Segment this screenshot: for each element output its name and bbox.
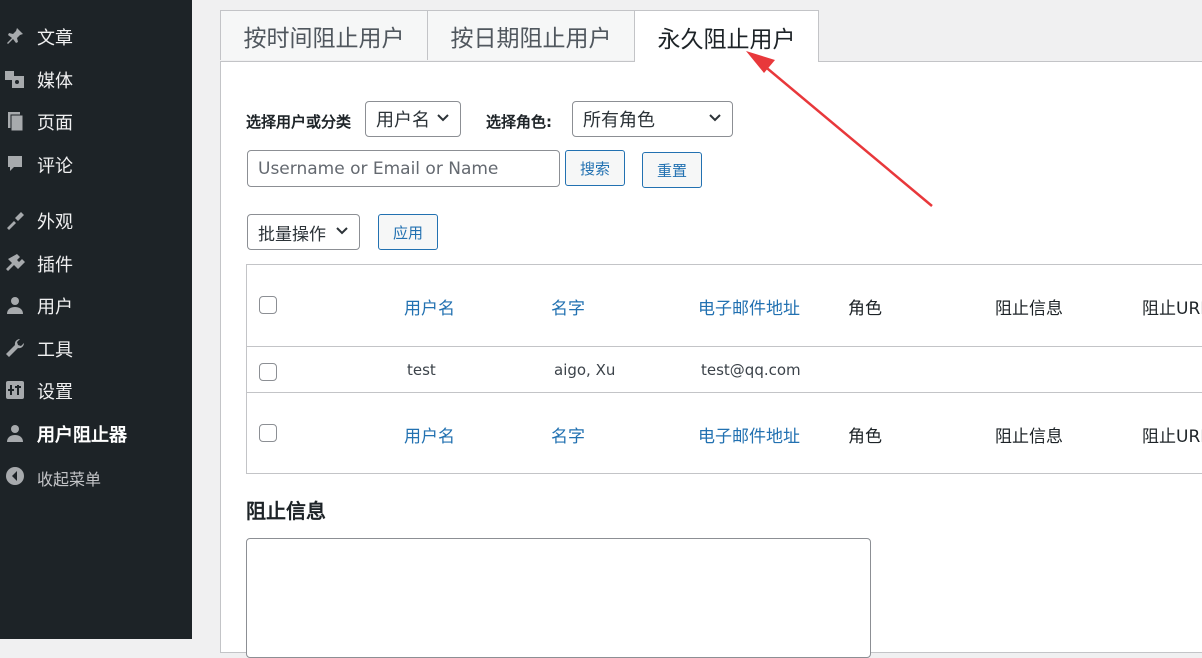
table-footer-row: 用户名 名字 电子邮件地址 角色 阻止信息 阻止URL xyxy=(247,393,1202,473)
column-header-block-info: 阻止信息 xyxy=(995,299,1063,319)
sidebar-item-label: 评论 xyxy=(37,156,73,177)
sidebar-item-comments[interactable]: 评论 xyxy=(0,146,192,180)
column-footer-username[interactable]: 用户名 xyxy=(404,422,455,447)
search-button-label: 搜索 xyxy=(579,159,610,178)
sidebar-item-media[interactable]: 媒体 xyxy=(0,61,192,95)
settings-icon xyxy=(4,379,26,401)
sidebar-item-label: 文章 xyxy=(37,28,73,49)
pin-icon xyxy=(4,25,26,47)
sidebar-item-tools[interactable]: 工具 xyxy=(0,330,192,364)
column-header-email[interactable]: 电子邮件地址 xyxy=(698,294,800,319)
search-button[interactable]: 搜索 xyxy=(565,150,625,186)
column-footer-block-url: 阻止URL xyxy=(1142,427,1202,447)
column-header-name[interactable]: 名字 xyxy=(551,294,585,319)
sidebar-item-pages[interactable]: 页面 xyxy=(0,103,192,137)
row-name: aigo, Xu xyxy=(554,361,616,379)
sidebar-item-label: 用户阻止器 xyxy=(37,425,127,446)
admin-sidebar: 文章 媒体 页面 评论 外观 插件 用户 工具 设置 用户阻止器 收起菜单 xyxy=(0,0,192,639)
select-user-label: 选择用户或分类 xyxy=(246,113,352,131)
tab-block-by-date[interactable]: 按日期阻止用户 xyxy=(427,10,635,60)
tab-label: 按时间阻止用户 xyxy=(243,25,405,52)
column-footer-email[interactable]: 电子邮件地址 xyxy=(698,422,800,447)
role-value: 所有角色 xyxy=(583,110,655,131)
tab-permanent-block[interactable]: 永久阻止用户 xyxy=(634,10,819,62)
column-header-role: 角色 xyxy=(848,299,882,319)
tab-label: 永久阻止用户 xyxy=(657,26,796,53)
apply-button[interactable]: 应用 xyxy=(378,214,438,250)
table-row: test aigo, Xu test@qq.com xyxy=(247,346,1202,393)
sidebar-item-label: 工具 xyxy=(37,340,73,361)
sidebar-item-label: 用户 xyxy=(37,297,73,318)
collapse-menu-button[interactable]: 收起菜单 xyxy=(0,458,192,492)
media-icon xyxy=(4,68,26,90)
blocked-users-table: 用户名 名字 电子邮件地址 角色 阻止信息 阻止URL test aigo, X… xyxy=(246,264,1202,474)
sidebar-item-label: 设置 xyxy=(37,382,73,403)
chevron-down-icon xyxy=(336,227,348,235)
sidebar-item-user-blocker[interactable]: 用户阻止器 xyxy=(0,415,192,449)
block-message-heading: 阻止信息 xyxy=(246,499,326,523)
user-icon xyxy=(4,294,26,316)
select-all-checkbox[interactable] xyxy=(259,296,277,314)
chevron-down-icon xyxy=(437,114,449,122)
user-field-select[interactable]: 用户名 xyxy=(365,101,461,137)
table-header-row: 用户名 名字 电子邮件地址 角色 阻止信息 阻止URL xyxy=(247,265,1202,347)
row-username[interactable]: test xyxy=(407,361,436,379)
row-email: test@qq.com xyxy=(701,361,801,379)
select-role-label: 选择角色: xyxy=(486,113,552,131)
column-footer-role: 角色 xyxy=(848,427,882,447)
collapse-icon xyxy=(4,465,26,487)
tab-label: 按日期阻止用户 xyxy=(450,25,612,52)
reset-button-label: 重置 xyxy=(656,161,687,180)
sidebar-item-label: 媒体 xyxy=(37,71,73,92)
sidebar-item-label: 外观 xyxy=(37,212,73,233)
user-field-value: 用户名 xyxy=(376,110,430,131)
sidebar-item-label: 页面 xyxy=(37,113,73,134)
select-all-checkbox-footer[interactable] xyxy=(259,424,277,442)
column-footer-block-info: 阻止信息 xyxy=(995,427,1063,447)
sidebar-item-appearance[interactable]: 外观 xyxy=(0,202,192,236)
column-header-block-url: 阻止URL xyxy=(1142,299,1202,319)
plugin-icon xyxy=(4,252,26,274)
collapse-menu-label: 收起菜单 xyxy=(37,470,102,489)
bulk-action-value: 批量操作 xyxy=(258,224,326,245)
role-select[interactable]: 所有角色 xyxy=(572,101,733,137)
sidebar-item-label: 插件 xyxy=(37,255,73,276)
appearance-icon xyxy=(4,209,26,231)
sidebar-item-settings[interactable]: 设置 xyxy=(0,372,192,406)
tab-block-by-time[interactable]: 按时间阻止用户 xyxy=(220,10,428,60)
sidebar-item-users[interactable]: 用户 xyxy=(0,287,192,321)
column-header-username[interactable]: 用户名 xyxy=(404,294,455,319)
sidebar-item-posts[interactable]: 文章 xyxy=(0,18,192,52)
apply-button-label: 应用 xyxy=(392,223,423,242)
block-message-textarea[interactable] xyxy=(246,538,871,658)
column-footer-name[interactable]: 名字 xyxy=(551,422,585,447)
search-input[interactable] xyxy=(247,150,560,187)
wrench-icon xyxy=(4,337,26,359)
page-icon xyxy=(4,110,26,132)
bulk-action-select[interactable]: 批量操作 xyxy=(247,214,360,250)
user-icon xyxy=(4,422,26,444)
reset-button[interactable]: 重置 xyxy=(642,152,702,188)
sidebar-item-plugins[interactable]: 插件 xyxy=(0,245,192,279)
comment-icon xyxy=(4,153,26,175)
chevron-down-icon xyxy=(709,114,721,122)
row-checkbox[interactable] xyxy=(259,363,277,381)
